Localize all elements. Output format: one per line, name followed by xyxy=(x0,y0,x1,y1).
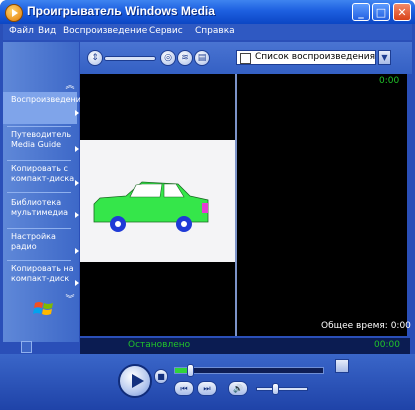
visualization-icon[interactable]: ◎ xyxy=(160,50,176,66)
wmp-logo-icon xyxy=(5,4,23,22)
divider xyxy=(7,160,71,161)
volume-slider[interactable] xyxy=(256,383,308,395)
expand-collapse-icon[interactable]: ⇕ xyxy=(87,50,103,66)
arrow-icon xyxy=(75,280,79,286)
playlist-view-icon[interactable]: ▤ xyxy=(194,50,210,66)
menu-file[interactable]: Файл xyxy=(9,26,34,36)
arrow-icon xyxy=(75,146,79,152)
mute-button[interactable]: 🔊 xyxy=(228,381,248,396)
menu-view[interactable]: Вид xyxy=(38,26,56,36)
playlist-time: 0:00 xyxy=(379,76,400,86)
playlist-select[interactable]: Список воспроизведения xyxy=(236,50,376,65)
divider xyxy=(7,228,71,229)
play-button[interactable] xyxy=(118,364,152,398)
top-toolbar: ⇕ ◎ ≋ ▤ Список воспроизведения ▼ xyxy=(80,42,412,74)
windows-flag-icon xyxy=(33,302,53,315)
seek-bar[interactable] xyxy=(174,364,324,377)
divider xyxy=(7,260,71,261)
taskbar-item-copy-to-cd[interactable]: Копировать на компакт-диск xyxy=(3,262,79,294)
video-frame xyxy=(80,140,235,262)
arrow-icon xyxy=(75,212,79,218)
seek-thumb[interactable] xyxy=(186,364,194,377)
chevron-down-icon[interactable]: ▼ xyxy=(378,50,391,65)
seek-slider[interactable] xyxy=(104,56,156,61)
taskbar-item-media-library[interactable]: Библиотека мультимедиа xyxy=(3,194,79,226)
arrow-icon xyxy=(75,248,79,254)
mini-player-icon[interactable] xyxy=(21,341,32,353)
stop-button[interactable]: ■ xyxy=(154,369,168,384)
divider xyxy=(7,192,71,193)
taskbar-panel: ︽ Воспроизведение Путеводитель Media Gui… xyxy=(3,42,86,342)
menu-bar: Файл Вид Воспроизведение Сервис Справка xyxy=(3,24,412,40)
status-bar: Остановлено 00:00 xyxy=(80,338,410,354)
video-pane[interactable] xyxy=(80,74,235,336)
wmp-window: Проигрыватель Windows Media _ □ ✕ Файл В… xyxy=(0,0,415,410)
playlist-total-time: Общее время: 0:00 xyxy=(321,321,411,331)
taskbar-item-label: Путеводитель Media Guide xyxy=(11,130,72,149)
close-button[interactable]: ✕ xyxy=(393,3,411,21)
divider xyxy=(7,126,71,127)
taskbar-item-label: Воспроизведение xyxy=(11,95,86,104)
window-title: Проигрыватель Windows Media xyxy=(27,4,215,18)
status-text: Остановлено xyxy=(128,340,191,350)
arrow-icon xyxy=(75,180,79,186)
playlist-select-value: Список воспроизведения xyxy=(255,52,376,62)
taskbar-scroll-up-icon[interactable]: ︽ xyxy=(64,78,76,91)
taskbar-item-copy-from-cd[interactable]: Копировать с компакт-диска xyxy=(3,162,79,194)
taskbar-scroll-down-icon[interactable]: ︾ xyxy=(64,292,76,305)
equalizer-icon[interactable]: ≋ xyxy=(177,50,193,66)
taskbar-item-radio-tuner[interactable]: Настройка радио xyxy=(3,230,79,262)
minimize-button[interactable]: _ xyxy=(352,3,370,21)
previous-button[interactable]: ⏮ xyxy=(174,381,194,396)
skin-mode-icon[interactable] xyxy=(335,359,349,373)
taskbar-item-label: Копировать с компакт-диска xyxy=(11,164,75,183)
menu-help[interactable]: Справка xyxy=(195,26,235,36)
menu-play[interactable]: Воспроизведение xyxy=(63,26,147,36)
taskbar-item-now-playing[interactable]: Воспроизведение xyxy=(3,92,86,124)
maximize-button[interactable]: □ xyxy=(372,3,390,21)
car-image xyxy=(93,181,209,232)
next-button[interactable]: ⏭ xyxy=(197,381,217,396)
taskbar-item-label: Копировать на компакт-диск xyxy=(11,264,74,283)
taskbar-item-media-guide[interactable]: Путеводитель Media Guide xyxy=(3,128,79,160)
taskbar-item-label: Настройка радио xyxy=(11,232,56,251)
status-time: 00:00 xyxy=(374,340,400,350)
taskbar-item-label: Библиотека мультимедиа xyxy=(11,198,69,217)
menu-tools[interactable]: Сервис xyxy=(149,26,183,36)
playlist-pane[interactable]: 0:00 Общее время: 0:00 xyxy=(237,74,411,336)
playlist-doc-icon xyxy=(240,53,251,64)
arrow-icon xyxy=(75,110,79,116)
volume-thumb[interactable] xyxy=(271,383,279,395)
title-bar[interactable]: Проигрыватель Windows Media _ □ ✕ xyxy=(0,0,415,24)
